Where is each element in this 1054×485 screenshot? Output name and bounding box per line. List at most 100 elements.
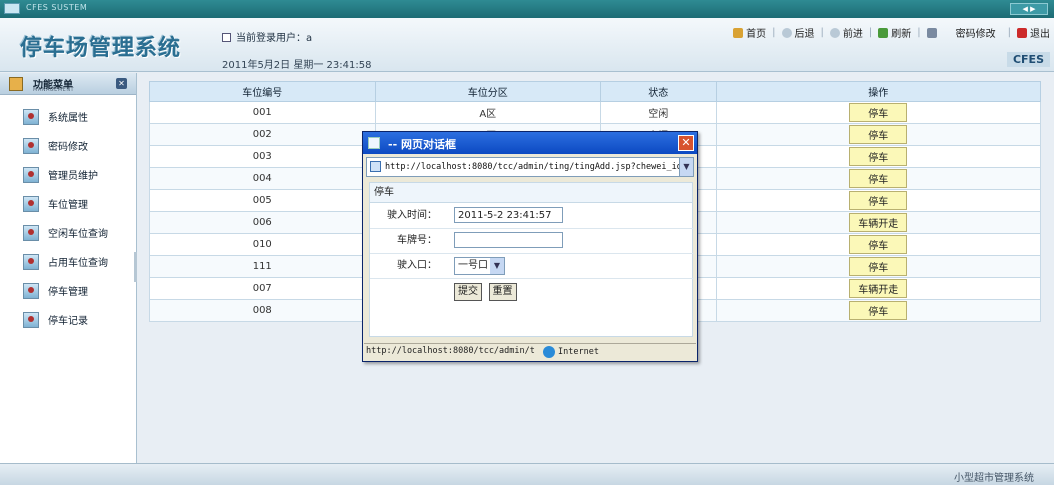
sidebar-item-space-management[interactable]: 车位管理 <box>0 189 136 218</box>
sidebar-item-label: 管理员维护 <box>48 171 98 182</box>
nav-password[interactable] <box>926 27 940 38</box>
web-page-dialog: -- 网页对话框 ✕ http://localhost:8080/tcc/adm… <box>362 131 698 362</box>
cell-space-id: 002 <box>149 123 376 146</box>
menu-item-icon <box>23 253 39 270</box>
menu-item-icon <box>23 108 39 125</box>
sidebar-item-free-space-query[interactable]: 空闲车位查询 <box>0 218 136 247</box>
sidebar-item-label: 占用车位查询 <box>48 258 108 269</box>
nav-back-label: 后退 <box>794 29 815 40</box>
nav-home-label: 首页 <box>746 29 767 40</box>
cell-action: 停车 <box>715 167 1041 190</box>
cell-space-id: 010 <box>149 233 376 256</box>
sidebar-item-occupied-space-query[interactable]: 占用车位查询 <box>0 247 136 276</box>
top-nav: 首页 | 后退 | 前进 | 刷新 | 密码修改 | 退出 <box>727 25 1050 40</box>
nav-refresh-label: 刷新 <box>891 29 912 40</box>
app-title: 停车场管理系统 <box>20 36 182 61</box>
cell-space-id: 004 <box>149 167 376 190</box>
window-controls-icon[interactable]: ◀ ▶ <box>1010 3 1048 15</box>
status-bar: 小型超市管理系统 <box>0 463 1054 485</box>
park-button[interactable]: 停车 <box>849 103 908 122</box>
form-title: 停车 <box>370 183 692 203</box>
datetime: 2011年5月2日 星期一 23:41:58 <box>222 60 372 71</box>
park-button[interactable]: 停车 <box>849 125 908 144</box>
system-title: CFES SUSTEM <box>26 3 88 12</box>
dialog-title-bar[interactable]: -- 网页对话框 ✕ <box>363 132 697 154</box>
cell-space-id: 001 <box>149 101 376 124</box>
nav-password-label-link[interactable]: 密码修改 <box>956 25 996 40</box>
password-icon <box>926 27 937 38</box>
sidebar-item-admin-maintenance[interactable]: 管理员维护 <box>0 160 136 189</box>
plate-row: 车牌号： <box>370 229 694 254</box>
globe-icon <box>543 346 555 358</box>
cell-action: 停车 <box>715 233 1041 256</box>
reset-button[interactable]: 重置 <box>488 283 517 301</box>
nav-exit-label: 退出 <box>1030 29 1050 40</box>
park-button[interactable]: 停车 <box>849 147 908 166</box>
nav-forward[interactable]: 前进 <box>829 25 863 40</box>
dialog-status-bar: http://localhost:8080/tcc/admin/t Intern… <box>364 343 696 360</box>
forward-icon <box>829 27 840 38</box>
dialog-url: http://localhost:8080/tcc/admin/ting/tin… <box>385 162 687 172</box>
cell-action: 停车 <box>715 189 1041 212</box>
sidebar-item-label: 车位管理 <box>48 200 88 211</box>
drive-away-button[interactable]: 车辆开走 <box>849 279 908 298</box>
submit-button[interactable]: 提交 <box>454 283 482 301</box>
gate-select-value: 一号口 <box>458 260 488 271</box>
column-header-id: 车位编号 <box>149 81 376 102</box>
dialog-status-zone: Internet <box>558 347 599 357</box>
column-header-action: 操作 <box>715 81 1041 102</box>
nav-exit[interactable]: 退出 <box>1017 25 1050 40</box>
entry-time-input[interactable] <box>454 207 563 223</box>
user-icon <box>222 33 231 42</box>
column-header-zone: 车位分区 <box>374 81 601 102</box>
sidebar-splitter[interactable] <box>134 252 137 282</box>
nav-forward-label: 前进 <box>842 29 863 40</box>
park-button[interactable]: 停车 <box>849 235 908 254</box>
cell-action: 车辆开走 <box>715 277 1041 300</box>
current-user: 当前登录用户：a <box>222 29 312 44</box>
sidebar-item-change-password[interactable]: 密码修改 <box>0 131 136 160</box>
park-button[interactable]: 停车 <box>849 301 908 320</box>
sidebar-item-parking-management[interactable]: 停车管理 <box>0 276 136 305</box>
menu-header: 功能菜单 MANAGEMENT ✕ <box>0 73 136 95</box>
sidebar-item-label: 停车记录 <box>48 316 88 327</box>
cell-action: 停车 <box>715 255 1041 278</box>
park-button[interactable]: 停车 <box>849 169 908 188</box>
menu-icon <box>9 77 23 91</box>
close-icon[interactable]: ✕ <box>678 135 694 151</box>
chevron-down-icon[interactable]: ▼ <box>679 158 693 176</box>
menu-item-icon <box>23 311 39 328</box>
table-row: 001 A区 空闲 停车 <box>149 101 1041 124</box>
cell-action: 停车 <box>715 123 1041 146</box>
menu-item-icon <box>23 166 39 183</box>
parking-form: 停车 驶入时间： 车牌号： 驶入口： 一号口▼ 提交 重置 <box>369 182 694 337</box>
column-header-status: 状态 <box>600 81 717 102</box>
nav-home[interactable]: 首页 <box>733 25 766 40</box>
park-button[interactable]: 停车 <box>849 191 908 210</box>
gate-select[interactable]: 一号口 ▼ <box>454 257 505 275</box>
cell-space-id: 008 <box>149 299 376 322</box>
drive-away-button[interactable]: 车辆开走 <box>849 213 908 232</box>
window-title-bar: CFES SUSTEM ◀ ▶ <box>0 0 1054 18</box>
refresh-icon <box>878 27 889 38</box>
dialog-address-bar[interactable]: http://localhost:8080/tcc/admin/ting/tin… <box>366 157 694 177</box>
cell-space-id: 111 <box>149 255 376 278</box>
form-buttons-row: 提交 重置 <box>370 279 694 304</box>
entry-time-label: 驶入时间： <box>387 210 437 221</box>
gate-label: 驶入口： <box>397 260 437 271</box>
dialog-title: -- 网页对话框 <box>388 138 456 151</box>
plate-number-input[interactable] <box>454 232 563 248</box>
header: 停车场管理系统 当前登录用户：a 2011年5月2日 星期一 23:41:58 … <box>0 18 1054 72</box>
sidebar-item-label: 停车管理 <box>48 287 88 298</box>
nav-refresh[interactable]: 刷新 <box>878 25 911 40</box>
menu-item-icon <box>23 224 39 241</box>
collapse-icon[interactable]: ✕ <box>116 78 127 89</box>
park-button[interactable]: 停车 <box>849 257 908 276</box>
sidebar-item-system-properties[interactable]: 系统属性 <box>0 102 136 131</box>
cell-action: 停车 <box>715 145 1041 168</box>
nav-back[interactable]: 后退 <box>781 25 815 40</box>
cell-space-id: 006 <box>149 211 376 234</box>
cell-action: 车辆开走 <box>715 211 1041 234</box>
system-icon <box>4 3 20 14</box>
sidebar-item-parking-records[interactable]: 停车记录 <box>0 305 136 334</box>
